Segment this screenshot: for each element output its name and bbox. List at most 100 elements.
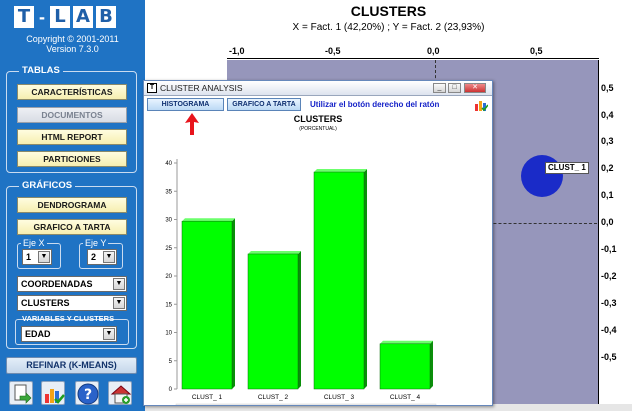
bar-top xyxy=(182,218,235,222)
chevron-down-icon: ▼ xyxy=(103,328,115,340)
y-tick-label: 0,2 xyxy=(601,163,614,173)
maximize-button[interactable]: □ xyxy=(448,83,461,93)
category-label: CLUST_ 1 xyxy=(192,394,223,401)
y-tick-label: 35 xyxy=(165,189,172,195)
dialog-title: CLUSTER ANALYSIS xyxy=(160,83,243,93)
cluster-analysis-dialog: T CLUSTER ANALYSIS _ □ ✕ HISTOGRAMA GRAF… xyxy=(143,80,493,406)
coordenadas-select[interactable]: COORDENADAS ▼ xyxy=(17,276,127,292)
x-tick-label: 0,5 xyxy=(530,46,543,56)
y-tick-label: -0,1 xyxy=(601,244,617,254)
plot-title: CLUSTERS xyxy=(350,3,427,19)
clusters-value: CLUSTERS xyxy=(21,298,70,308)
dendrograma-button[interactable]: DENDROGRAMA xyxy=(17,197,127,213)
logo-letter: T xyxy=(14,6,34,28)
bar-top xyxy=(314,169,367,173)
y-tick-label: 5 xyxy=(169,359,173,365)
chart-check-icon[interactable] xyxy=(41,381,65,405)
graficos-group: GRÁFICOS DENDROGRAMA GRAFICO A TARTA Eje… xyxy=(6,180,137,349)
eje-y-select[interactable]: 2 ▼ xyxy=(87,249,117,265)
app-icon: T xyxy=(147,83,157,93)
chart-subtitle: (PORCENTUAL) xyxy=(299,126,337,132)
y-tick-label: 0,4 xyxy=(601,110,614,120)
eje-y-label: Eje Y xyxy=(83,238,109,248)
bar-side xyxy=(232,218,235,389)
logo-letter: A xyxy=(73,6,93,28)
minimize-button[interactable]: _ xyxy=(433,83,446,93)
chevron-down-icon: ▼ xyxy=(113,278,125,290)
version-text: Version 7.3.0 xyxy=(46,44,99,54)
tab-histograma[interactable]: HISTOGRAMA xyxy=(147,98,224,111)
svg-text:?: ? xyxy=(84,387,92,403)
chevron-down-icon: ▼ xyxy=(103,251,115,263)
histogram-chart[interactable]: CLUSTERS (PORCENTUAL) 0 5 10 15 20 25 30 35 40 CL… xyxy=(144,115,492,405)
y-tick-label: 20 xyxy=(165,274,172,280)
y-tick-label: -0,2 xyxy=(601,271,617,281)
grafico-a-tarta-button[interactable]: GRAFICO A TARTA xyxy=(17,219,127,235)
tab-grafico-a-tarta[interactable]: GRAFICO A TARTA xyxy=(227,98,301,111)
home-icon[interactable] xyxy=(108,381,132,405)
eje-y-value: 2 xyxy=(91,252,97,262)
coordenadas-value: COORDENADAS xyxy=(21,279,93,289)
left-panel: T - L A B Copyright © 2001-2011 Version … xyxy=(0,0,145,411)
variables-select[interactable]: EDAD ▼ xyxy=(21,326,117,342)
y-tick-label: 40 xyxy=(165,161,172,167)
tlab-logo: T - L A B xyxy=(14,6,116,28)
y-tick-label: -0,4 xyxy=(601,325,617,335)
y-tick-label: 0,1 xyxy=(601,190,614,200)
right-click-hint: Utilizar el botón derecho del ratón xyxy=(310,100,440,109)
logo-letter: B xyxy=(96,6,116,28)
close-button[interactable]: ✕ xyxy=(464,83,486,93)
y-tick-label: -0,5 xyxy=(601,352,617,362)
caracteristicas-button[interactable]: CARACTERÍSTICAS xyxy=(17,84,127,100)
y-tick-label: 15 xyxy=(165,302,172,308)
cluster-point-label: CLUST_ 1 xyxy=(545,162,589,174)
variables-title: VARIABLES Y CLUSTERS xyxy=(22,314,115,323)
x-tick-label: -1,0 xyxy=(229,46,245,56)
dialog-toolbar: HISTOGRAMA GRAFICO A TARTA Utilizar el b… xyxy=(144,97,492,114)
histogram-bar xyxy=(313,171,365,390)
y-tick-label: 0,5 xyxy=(601,83,614,93)
html-report-button[interactable]: HTML REPORT xyxy=(17,129,127,145)
document-export-icon[interactable] xyxy=(9,381,33,405)
documentos-button[interactable]: DOCUMENTOS xyxy=(17,107,127,123)
y-tick-label: 30 xyxy=(165,218,172,224)
eje-x-label: Eje X xyxy=(21,238,47,248)
y-tick-label: 10 xyxy=(165,331,172,337)
value-row xyxy=(175,403,437,405)
help-icon[interactable]: ? xyxy=(75,381,99,405)
bar-side xyxy=(430,340,433,389)
histogram-bar xyxy=(379,343,431,390)
category-label: CLUST_ 2 xyxy=(258,394,289,401)
eje-x-select[interactable]: 1 ▼ xyxy=(22,249,52,265)
category-label: CLUST_ 4 xyxy=(390,394,421,401)
histogram-bar xyxy=(181,220,233,390)
logo-letter: L xyxy=(50,6,70,28)
y-axis-ruler xyxy=(597,60,599,405)
y-tick-label: 0,0 xyxy=(601,217,614,227)
bar-side xyxy=(298,250,301,389)
y-tick-label: 0 xyxy=(169,387,173,393)
tablas-title: TABLAS xyxy=(19,65,63,77)
bar-top xyxy=(248,250,301,254)
variables-value: EDAD xyxy=(25,329,51,339)
tablas-group: TABLAS CARACTERÍSTICAS DOCUMENTOS HTML R… xyxy=(6,65,137,173)
eje-x-value: 1 xyxy=(26,252,32,262)
dialog-titlebar[interactable]: T CLUSTER ANALYSIS _ □ ✕ xyxy=(144,81,492,96)
y-tick-label: -0,3 xyxy=(601,298,617,308)
chevron-down-icon: ▼ xyxy=(38,251,50,263)
graficos-title: GRÁFICOS xyxy=(19,180,76,192)
histogram-bar xyxy=(247,253,299,390)
logo-dash: - xyxy=(39,7,45,27)
x-tick-label: -0,5 xyxy=(325,46,341,56)
chevron-down-icon: ▼ xyxy=(113,297,125,309)
bar-top xyxy=(380,340,433,344)
refinar-kmeans-button[interactable]: REFINAR (K-MEANS) xyxy=(6,357,137,374)
y-tick-label: 25 xyxy=(165,246,172,252)
clusters-select[interactable]: CLUSTERS ▼ xyxy=(17,295,127,311)
y-tick-label: 0,3 xyxy=(601,136,614,146)
plot-subtitle: X = Fact. 1 (42,20%) ; Y = Fact. 2 (23,9… xyxy=(292,22,485,33)
category-label: CLUST_ 3 xyxy=(324,394,355,401)
particiones-button[interactable]: PARTICIONES xyxy=(17,151,127,167)
x-tick-label: 0,0 xyxy=(427,46,440,56)
chart-check-icon[interactable] xyxy=(474,98,488,112)
